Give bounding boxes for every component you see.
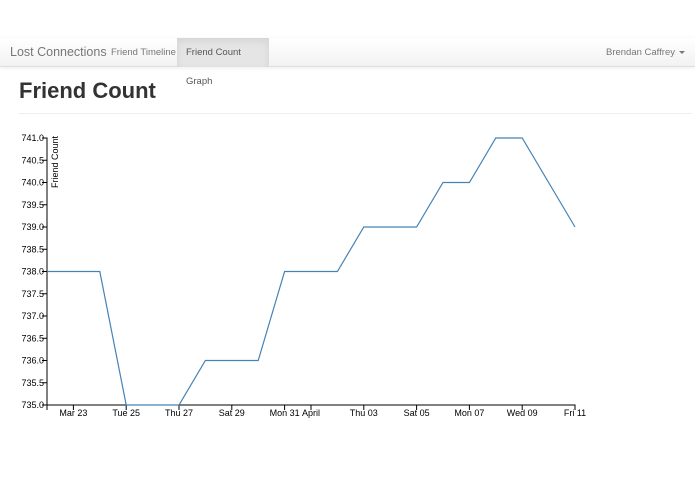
y-tick-label: 736.5 [21, 333, 44, 343]
x-tick-label: Mar 23 [59, 408, 87, 418]
y-tick-label: 739.0 [21, 222, 44, 232]
x-tick-label: Sat 05 [404, 408, 430, 418]
y-tick-label: 737.0 [21, 311, 44, 321]
y-tick-label: 738.5 [21, 244, 44, 254]
y-tick-label: 739.5 [21, 200, 44, 210]
y-tick-label: 740.5 [21, 155, 44, 165]
y-tick-label: 740.0 [21, 178, 44, 188]
x-tick-label: Mon 31 [270, 408, 300, 418]
x-tick-label: Thu 03 [350, 408, 378, 418]
y-tick-label: 738.0 [21, 267, 44, 277]
y-tick-label: 735.5 [21, 378, 44, 388]
x-tick-label: Thu 27 [165, 408, 193, 418]
x-tick-label: Fri 11 [564, 408, 586, 418]
y-tick-label: 741.0 [21, 133, 44, 143]
x-tick-label: Wed 09 [507, 408, 538, 418]
y-tick-label: 737.5 [21, 289, 44, 299]
x-tick-label: Sat 29 [219, 408, 245, 418]
x-tick-label: April [302, 408, 320, 418]
series-line-0 [47, 137, 576, 406]
x-tick-label: Tue 25 [112, 408, 140, 418]
y-axis-title: Friend Count [50, 136, 60, 189]
y-tick-label: 735.0 [21, 400, 44, 410]
y-tick-label: 736.0 [21, 356, 44, 366]
x-tick-label: Mon 07 [454, 408, 484, 418]
friend-count-chart: 735.0 735.5 736.0 736.5 737.0 737.5 738.0 738.5… [21, 133, 586, 418]
